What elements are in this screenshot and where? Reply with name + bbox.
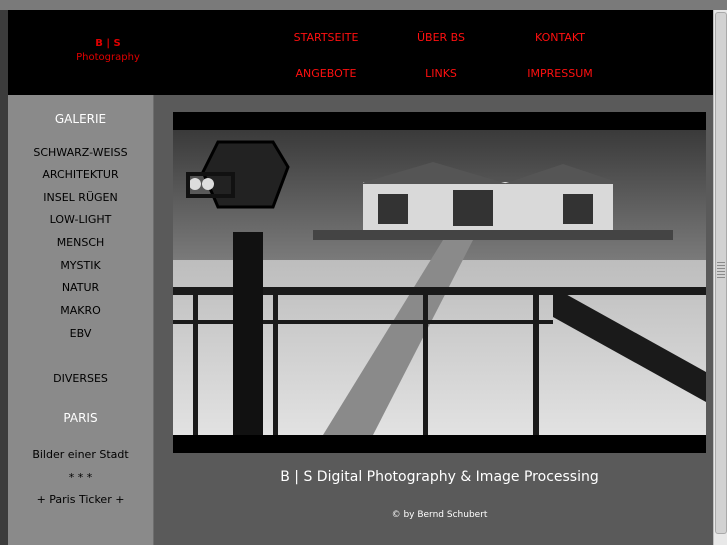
scrollbar-grip-icon [717,262,725,278]
gallery-item-insel-ruegen[interactable]: INSEL RÜGEN [8,191,153,204]
gallery-item-makro[interactable]: MAKRO [8,304,153,317]
logo-text[interactable]: Photography [48,52,168,63]
pier-photo-image [173,112,706,453]
gallery-item-natur[interactable]: NATUR [8,281,153,294]
frame-left-edge [0,10,8,545]
gallery-item-schwarz-weiss[interactable]: SCHWARZ-WEISS [8,146,153,159]
gallery-item-mystik[interactable]: MYSTIK [8,259,153,272]
nav-startseite[interactable]: STARTSEITE [266,31,386,44]
site-header: B | S Photography STARTSEITE ÜBER BS KON… [8,10,713,95]
gallery-heading[interactable]: GALERIE [8,112,153,126]
paris-item-ticker[interactable]: + Paris Ticker + [8,493,153,506]
sidebar-item-diverses[interactable]: DIVERSES [8,372,153,385]
paris-heading[interactable]: PARIS [8,411,153,425]
main-content: B | S Digital Photography & Image Proces… [154,95,713,545]
paris-item-bilder[interactable]: Bilder einer Stadt [8,448,153,461]
nav-kontakt[interactable]: KONTAKT [500,31,620,44]
window-top-strip [0,0,727,10]
site-tagline: B | S Digital Photography & Image Proces… [280,469,599,485]
nav-angebote[interactable]: ANGEBOTE [266,67,386,80]
nav-ueber-bs[interactable]: ÜBER BS [381,31,501,44]
gallery-item-architektur[interactable]: ARCHITEKTUR [8,168,153,181]
copyright-text: © by Bernd Schubert [391,510,488,520]
nav-links[interactable]: LINKS [381,67,501,80]
hero-photo[interactable] [173,112,706,453]
paris-separator: * * * [68,471,93,484]
gallery-item-ebv[interactable]: EBV [8,327,153,340]
gallery-item-mensch[interactable]: MENSCH [8,236,153,249]
nav-impressum[interactable]: IMPRESSUM [500,67,620,80]
gallery-item-low-light[interactable]: LOW-LIGHT [8,213,153,226]
logo-mark[interactable]: B | S [78,38,138,49]
sidebar: GALERIE SCHWARZ-WEISS ARCHITEKTUR INSEL … [8,95,154,545]
